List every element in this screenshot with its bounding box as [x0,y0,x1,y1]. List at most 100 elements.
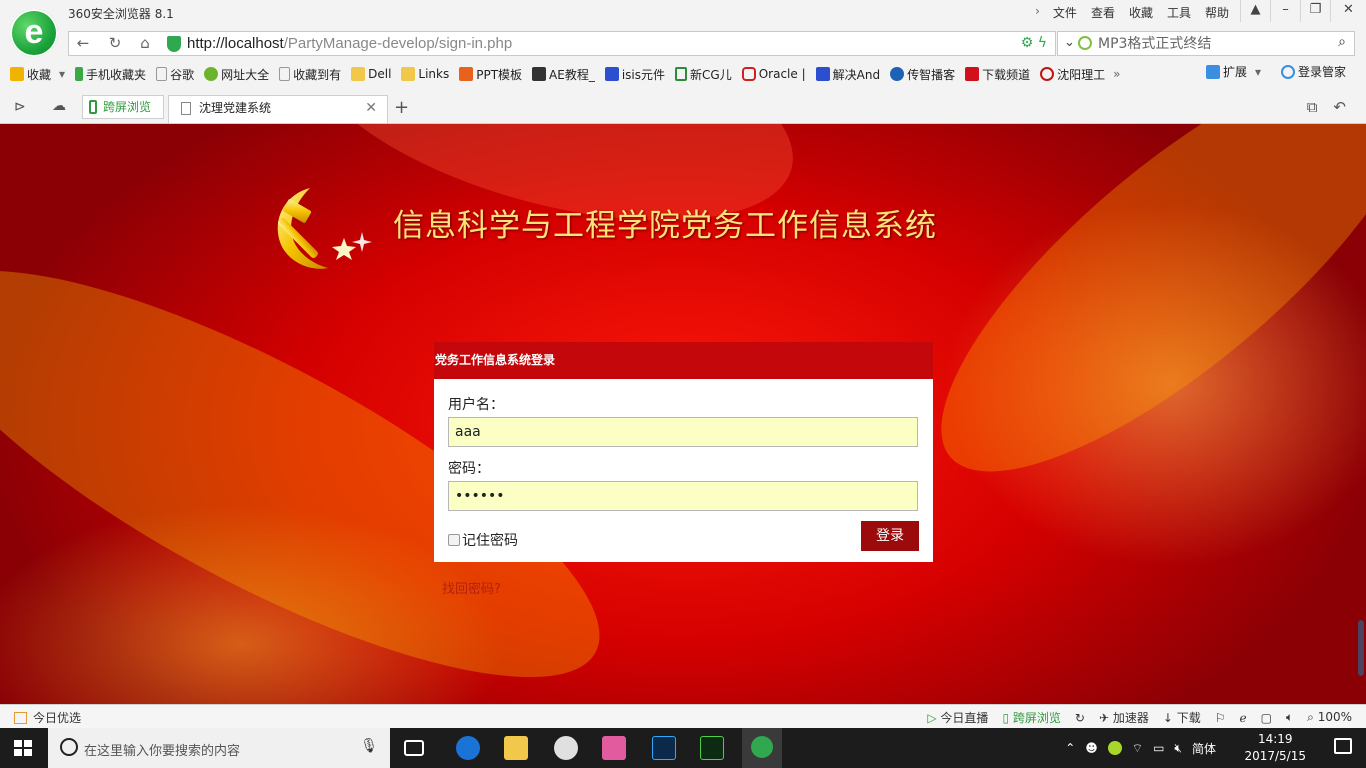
windows-taskbar: 在这里输入你要搜索的内容 🎙︎ ⌃ ☻ ⌔ ▭ 🔇︎ 简体 14:19 2017… [0,728,1366,768]
ie-icon[interactable]: ℯ [1239,711,1246,725]
restore-windows-icon[interactable]: ⧉ [1307,98,1318,116]
flag-icon[interactable]: ⚐ [1215,711,1226,725]
photoshop-icon[interactable] [652,736,676,760]
skin-icon[interactable]: ▲ [1240,0,1270,22]
tab-split-browse[interactable]: 跨屏浏览 [82,95,164,119]
ae-icon [532,67,547,81]
browser-chrome: e 360安全浏览器 8.1 › 文件 查看 收藏 工具 帮助 ▲ – ❐ ✕ … [0,0,1366,124]
window-controls: ▲ – ❐ ✕ [1240,0,1366,22]
chevron-down-icon[interactable]: ⌄ [1064,35,1075,50]
password-field[interactable] [448,481,918,511]
download-button[interactable]: ↓ 下载 [1163,709,1201,726]
bookmark-cg[interactable]: 新CG儿 [675,66,732,83]
bookmark-save[interactable]: 收藏到有 [279,66,341,83]
menu-file[interactable]: 文件 [1046,4,1084,21]
taskbar-search-placeholder: 在这里输入你要搜索的内容 [84,744,241,759]
remember-checkbox[interactable] [448,534,460,546]
bookmarks-bar: 收藏 ▾ 手机收藏夹 谷歌 网址大全 收藏到有 Dell Links PPT模板 … [0,63,1366,85]
chevron-right-icon[interactable]: › [1029,4,1046,21]
bookmark-links[interactable]: Links [401,67,449,81]
tab-close-icon[interactable]: ✕ [365,96,377,120]
forgot-password-link[interactable]: 找回密码? [442,578,501,597]
refresh-icon[interactable]: ↻ [1075,711,1085,725]
ime-indicator[interactable]: 简体 [1192,740,1216,757]
ppt-icon [459,67,474,81]
taskbar-search[interactable]: 在这里输入你要搜索的内容 🎙︎ [48,728,390,768]
new-tab-button[interactable]: + [394,97,409,118]
volume-icon[interactable]: 🔈︎ [1286,710,1293,725]
today-picks[interactable]: 今日优选 [14,709,81,726]
cg-icon [675,67,688,81]
home-icon[interactable]: ⌂ [131,34,159,54]
accelerator-button[interactable]: ✈ 加速器 [1099,709,1149,726]
close-button[interactable]: ✕ [1330,0,1366,22]
task-view-icon[interactable] [404,740,424,756]
search-box[interactable]: ⌄ ⌕ [1057,31,1355,56]
bookmark-oracle[interactable]: Oracle | [741,67,806,81]
search-icon[interactable]: ⌕ [1338,34,1346,50]
notification-icon[interactable] [1334,738,1352,754]
file-explorer-icon[interactable] [504,736,528,760]
zoom-button[interactable]: ⌕ 100% [1307,710,1352,725]
address-bar[interactable]: ← ↻ ⌂ http://localhost/PartyManage-devel… [68,31,1056,56]
speed-icon[interactable]: ⚙ ϟ [1021,35,1047,51]
menu-tools[interactable]: 工具 [1160,4,1198,21]
360-browser-taskbar-item[interactable] [742,728,782,768]
tray-360-icon[interactable] [1107,741,1122,755]
login-manager-button[interactable]: 登录管家 [1280,63,1346,80]
bookmark-google[interactable]: 谷歌 [156,66,194,83]
battery-icon[interactable]: ▭ [1153,741,1164,755]
remember-password[interactable]: 记住密码 [448,530,518,550]
split-browse-button[interactable]: ▯ 跨屏浏览 [1002,709,1060,726]
menu-view[interactable]: 查看 [1084,4,1122,21]
live-button[interactable]: ▷ 今日直播 [927,709,988,726]
bookmark-ae[interactable]: AE教程_ [532,66,595,83]
tab-tools: ⧉ ↶ [1307,98,1346,116]
url-text[interactable]: http://localhost/PartyManage-develop/sig… [187,35,512,52]
search-input[interactable] [1098,35,1328,51]
bookmark-favorites[interactable]: 收藏 ▾ [10,66,65,83]
menu-favorites[interactable]: 收藏 [1122,4,1160,21]
windows-start-icon[interactable] [14,740,32,756]
party-emblem-icon [277,188,372,269]
browser-menu: › 文件 查看 收藏 工具 帮助 [1029,4,1236,21]
bookmark-dell[interactable]: Dell [351,67,391,81]
puzzle-icon[interactable] [602,736,626,760]
username-field[interactable] [448,417,918,447]
sidebar-toggle-icon[interactable]: ⊳ [14,99,26,115]
undo-close-icon[interactable]: ↶ [1333,98,1346,116]
scrollbar-thumb[interactable] [1358,620,1364,676]
bookmark-hao[interactable]: 网址大全 [204,66,269,83]
dreamweaver-icon[interactable] [700,736,724,760]
bookmark-ppt[interactable]: PPT模板 [459,66,522,83]
edge-icon[interactable] [456,736,480,760]
window-icon[interactable]: ▢ [1261,711,1272,725]
back-icon[interactable]: ← [69,34,97,54]
bookmark-android[interactable]: 解决And [815,66,880,83]
menu-help[interactable]: 帮助 [1198,4,1236,21]
login-button[interactable]: 登录 [861,521,919,551]
refresh-icon[interactable]: ↻ [101,34,129,54]
remember-label: 记住密码 [462,533,518,549]
mute-icon[interactable]: 🔇︎ [1174,741,1182,756]
paint-icon[interactable] [554,736,578,760]
bookmark-download[interactable]: 下载频道 [965,66,1030,83]
bookmark-mobile[interactable]: 手机收藏夹 [75,66,146,83]
clock-date: 2017/5/15 [1244,749,1306,763]
folder-icon [351,67,366,81]
extensions-button[interactable]: 扩展 ▾ [1205,63,1261,80]
cloud-icon[interactable]: ☁ [52,98,66,114]
bookmark-itcast[interactable]: 传智播客 [890,66,955,83]
chevron-up-icon[interactable]: ⌃ [1065,741,1075,755]
maximize-button[interactable]: ❐ [1300,0,1330,22]
bookmark-sylu[interactable]: 沈阳理工» [1040,66,1120,83]
bookmark-isis[interactable]: isis元件 [604,66,665,83]
clock[interactable]: 14:19 2017/5/15 [1244,731,1306,765]
tray-app-icon[interactable]: ☻ [1085,741,1098,755]
window-title: 360安全浏览器 8.1 [68,7,174,21]
microphone-icon[interactable]: 🎙︎ [360,738,378,754]
tab-active[interactable]: 沈理党建系统 ✕ [168,95,388,123]
minimize-button[interactable]: – [1270,0,1300,22]
network-icon[interactable]: ⌔ [1132,741,1143,756]
search-engine-icon[interactable] [1078,36,1092,50]
